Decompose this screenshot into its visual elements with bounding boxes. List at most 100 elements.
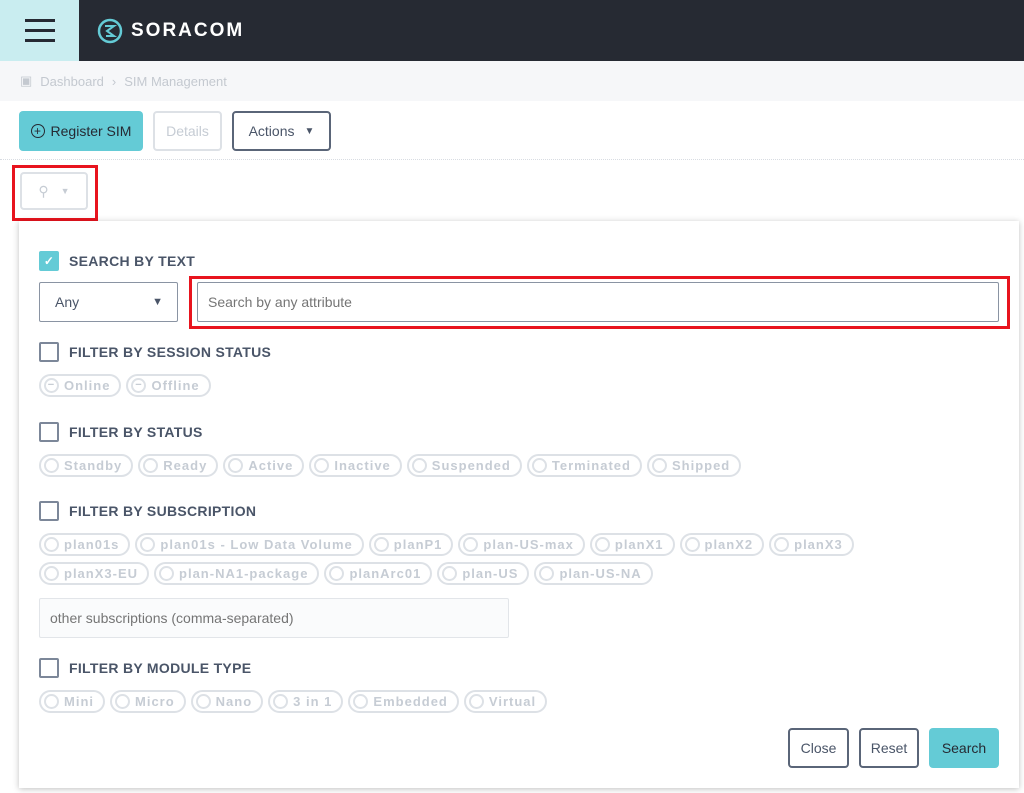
radio-circle-icon <box>774 537 790 552</box>
subscription-option[interactable]: planArc01 <box>324 562 433 585</box>
attribute-select[interactable]: Any ▼ <box>39 282 178 322</box>
subscription-option[interactable]: plan-US <box>437 562 530 585</box>
top-bar: SORACOM <box>0 0 1024 61</box>
status-checkbox[interactable] <box>39 422 59 442</box>
plus-circle-icon: + <box>30 124 45 138</box>
option-label: Mini <box>64 694 94 709</box>
option-label: plan01s - Low Data Volume <box>160 537 353 552</box>
status-option[interactable]: Active <box>223 454 305 477</box>
option-label: 3 in 1 <box>293 694 333 709</box>
module-option[interactable]: Virtual <box>463 690 548 713</box>
session-status-checkbox[interactable] <box>39 342 59 362</box>
close-button[interactable]: Close <box>788 728 849 768</box>
search-text-input[interactable] <box>197 282 999 322</box>
details-label: Details <box>166 123 209 139</box>
subscription-option[interactable]: plan-NA1-package <box>154 562 320 585</box>
logo[interactable]: SORACOM <box>97 18 244 44</box>
radio-circle-icon <box>329 566 345 581</box>
session-status-section: FILTER BY SESSION STATUS <box>39 342 271 362</box>
breadcrumb-dashboard[interactable]: Dashboard <box>40 74 104 89</box>
breadcrumb-sim-management: SIM Management <box>124 73 227 89</box>
radio-circle-icon <box>684 537 700 552</box>
module-option[interactable]: 3 in 1 <box>268 690 344 713</box>
status-option[interactable]: Terminated <box>526 454 642 477</box>
status-option[interactable]: Shipped <box>646 454 742 477</box>
minus-circle-icon: − <box>44 378 59 393</box>
session-status-options: − Online − Offline <box>39 374 939 397</box>
radio-circle-icon <box>468 694 484 709</box>
search-by-text-section: ✓ SEARCH BY TEXT <box>39 251 195 271</box>
search-panel: ✓ SEARCH BY TEXT Any ▼ FILTER BY SESSION… <box>19 221 1019 788</box>
radio-circle-icon <box>273 694 289 709</box>
close-label: Close <box>800 740 837 756</box>
subscription-option[interactable]: plan-US-NA <box>534 562 653 585</box>
radio-circle-icon <box>159 566 175 581</box>
option-label: planX2 <box>704 537 754 552</box>
radio-circle-icon <box>228 458 244 473</box>
status-section: FILTER BY STATUS <box>39 422 203 442</box>
option-label: planP1 <box>393 537 443 552</box>
caret-down-icon: ▼ <box>304 125 315 137</box>
subscription-option[interactable]: plan01s - Low Data Volume <box>135 533 364 556</box>
module-type-label: FILTER BY MODULE TYPE <box>69 660 252 676</box>
session-option[interactable]: − Online <box>39 374 122 397</box>
dashboard-icon: ▣ <box>20 73 33 88</box>
radio-circle-icon <box>373 537 389 552</box>
module-option[interactable]: Mini <box>39 690 105 713</box>
session-status-label: FILTER BY SESSION STATUS <box>69 344 272 360</box>
option-label: Terminated <box>551 458 631 473</box>
session-option[interactable]: − Offline <box>126 374 211 397</box>
subscription-checkbox[interactable] <box>39 501 59 521</box>
option-label: Online <box>64 378 111 393</box>
status-option[interactable]: Inactive <box>309 454 402 477</box>
details-button[interactable]: Details <box>153 111 222 151</box>
radio-circle-icon <box>463 537 479 552</box>
divider <box>0 159 1024 160</box>
subscription-option[interactable]: plan-US-max <box>458 533 585 556</box>
search-by-text-checkbox[interactable]: ✓ <box>39 251 59 271</box>
actions-button[interactable]: Actions ▼ <box>232 111 331 151</box>
subscription-section: FILTER BY SUBSCRIPTION <box>39 501 256 521</box>
register-sim-label: Register SIM <box>50 123 132 139</box>
option-label: Nano <box>215 694 253 709</box>
status-options: Standby Ready Active Inactive Suspended Termi… <box>39 454 939 477</box>
search-button[interactable]: Search <box>929 728 999 768</box>
module-type-section: FILTER BY MODULE TYPE <box>39 658 251 678</box>
subscription-option[interactable]: planX3-EU <box>39 562 150 585</box>
caret-down-icon: ▼ <box>60 186 70 196</box>
subscription-option[interactable]: planX1 <box>589 533 675 556</box>
minus-circle-icon: − <box>131 378 147 393</box>
status-option[interactable]: Standby <box>39 454 134 477</box>
register-sim-button[interactable]: + Register SIM <box>19 111 143 151</box>
module-option[interactable]: Micro <box>110 690 186 713</box>
module-type-checkbox[interactable] <box>39 658 59 678</box>
subscription-label: FILTER BY SUBSCRIPTION <box>69 503 257 519</box>
radio-circle-icon <box>195 694 211 709</box>
subscription-option[interactable]: planX3 <box>769 533 854 556</box>
option-label: Micro <box>135 694 175 709</box>
option-label: Ready <box>163 458 208 473</box>
option-label: Embedded <box>373 694 448 709</box>
option-label: plan-US <box>462 566 519 581</box>
status-option[interactable]: Ready <box>138 454 219 477</box>
breadcrumb: ▣ Dashboard › SIM Management <box>0 61 1024 101</box>
subscription-option[interactable]: planP1 <box>368 533 454 556</box>
radio-circle-icon <box>140 537 156 552</box>
other-subscriptions-input[interactable] <box>39 598 509 638</box>
status-option[interactable]: Suspended <box>406 454 522 477</box>
radio-circle-icon <box>143 458 159 473</box>
radio-circle-icon <box>594 537 610 552</box>
radio-circle-icon <box>314 458 330 473</box>
module-option[interactable]: Embedded <box>348 690 459 713</box>
module-option[interactable]: Nano <box>190 690 264 713</box>
option-label: plan-US-NA <box>559 566 642 581</box>
subscription-option[interactable]: plan01s <box>39 533 131 556</box>
reset-button[interactable]: Reset <box>859 728 919 768</box>
option-label: Offline <box>151 378 200 393</box>
hamburger-menu-icon[interactable] <box>0 0 79 61</box>
option-label: Standby <box>64 458 123 473</box>
radio-circle-icon <box>539 566 555 581</box>
search-filter-toggle[interactable]: ⚲ ▼ <box>20 172 88 210</box>
option-label: planX3-EU <box>64 566 139 581</box>
subscription-option[interactable]: planX2 <box>679 533 765 556</box>
